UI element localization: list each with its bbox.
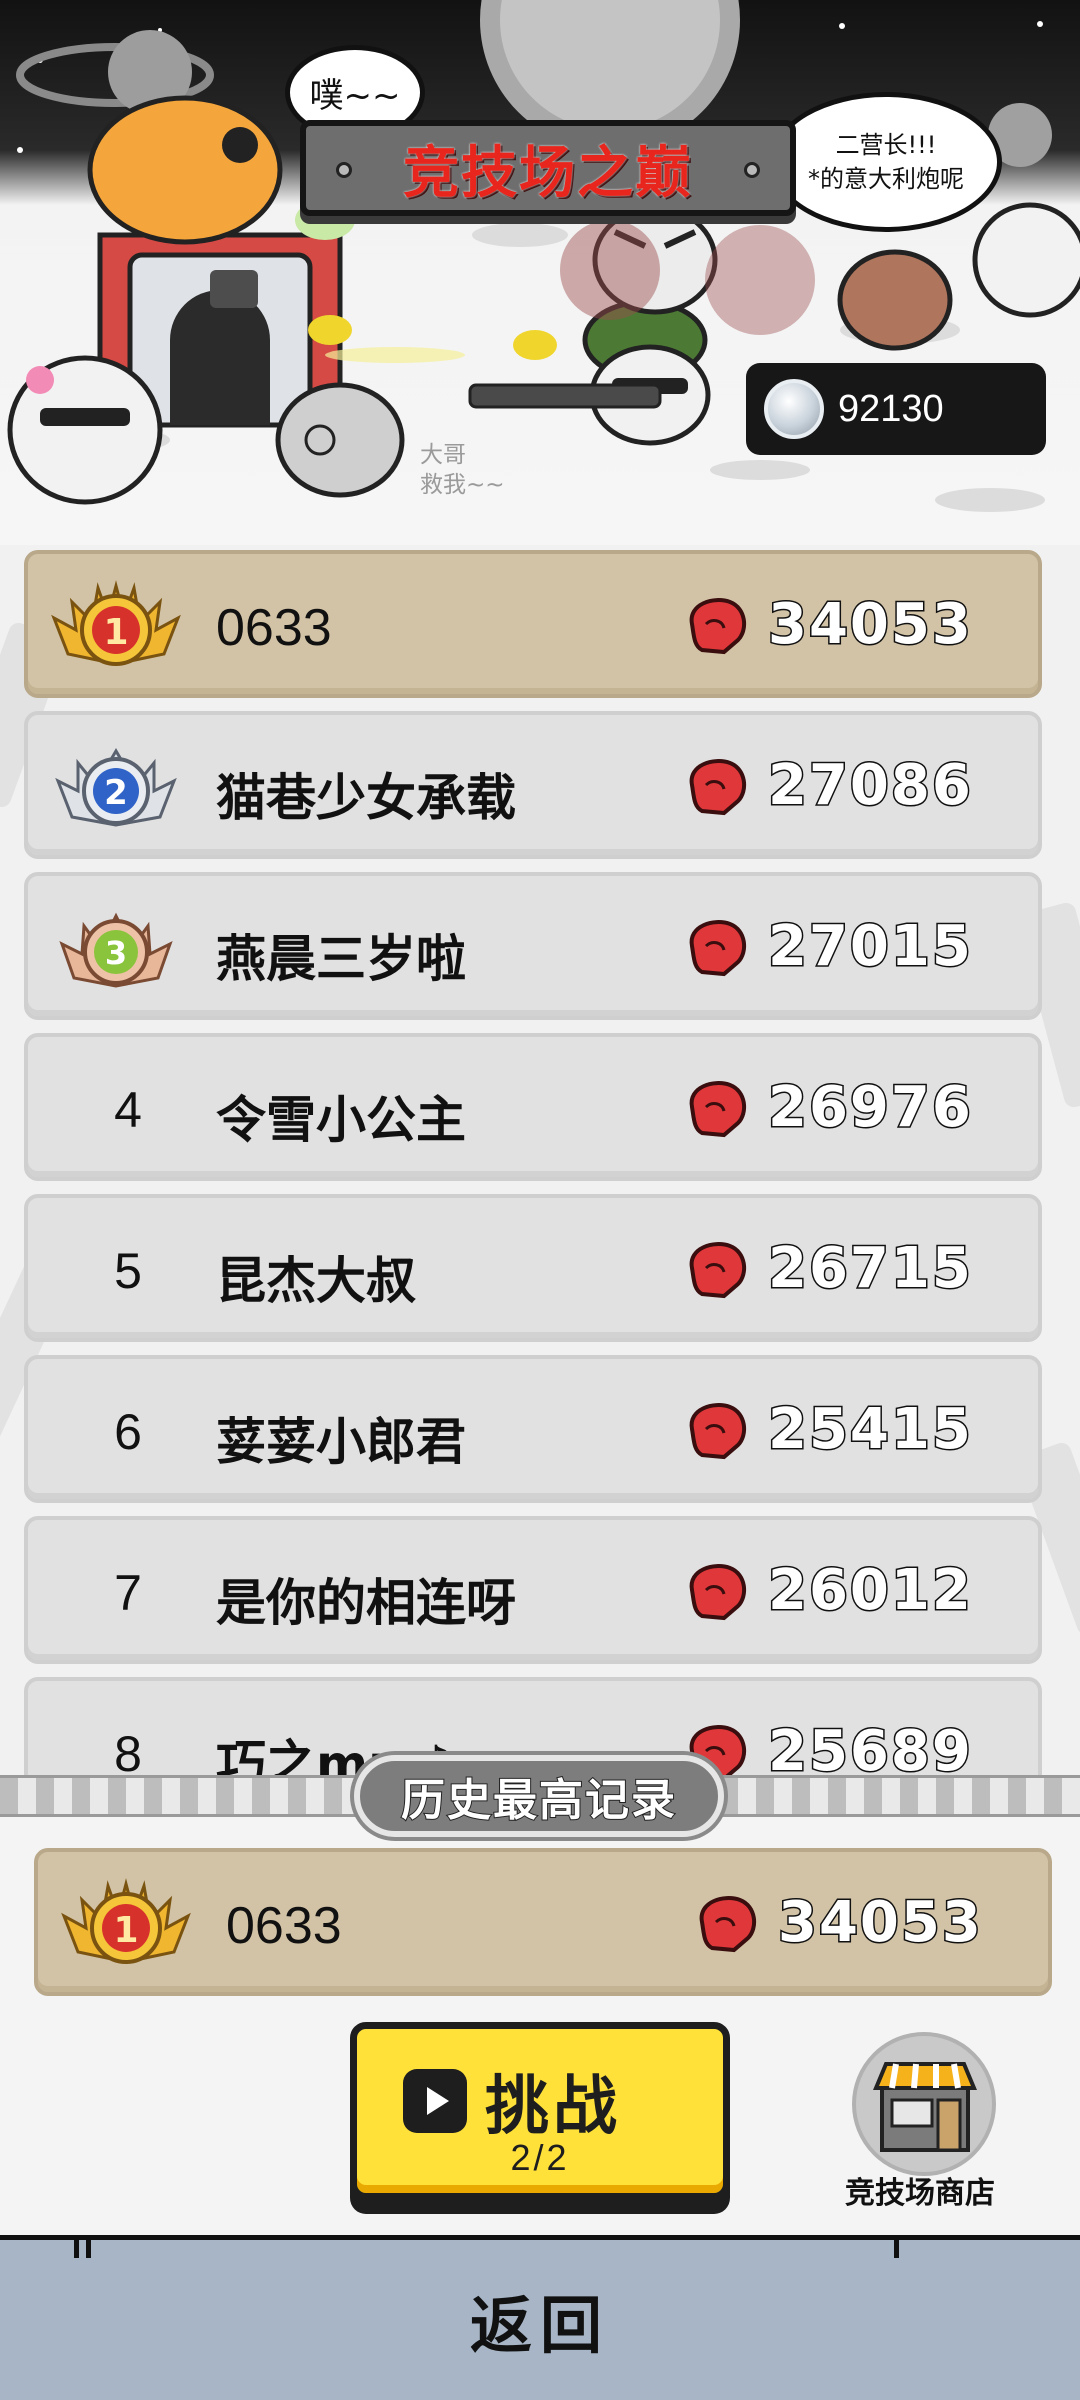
back-button[interactable]: 返回 <box>0 2235 1080 2400</box>
player-name: 荽荽小郎君 <box>216 1413 466 1471</box>
player-name: 昆杰大叔 <box>216 1252 416 1310</box>
leaderboard-row[interactable]: 3 燕晨三岁啦 27015 <box>24 872 1042 1020</box>
speech-bubble-right-line-1: 二营长!!! <box>835 131 937 159</box>
rank-number: 7 <box>114 1565 142 1621</box>
boxing-glove-icon <box>689 1564 747 1621</box>
speech-bubble-left-text: 噗~~ <box>309 76 401 116</box>
player-score: 27015 <box>767 913 973 981</box>
bronze-medal-icon: 3 <box>59 912 173 988</box>
header-illustration <box>7 0 1080 512</box>
leaderboard-row[interactable]: 2 猫巷少女承载 27086 <box>24 711 1042 859</box>
player-score: 27086 <box>767 752 973 820</box>
rank-1-label: 1 <box>103 612 128 653</box>
back-label: 返回 <box>469 2289 610 2362</box>
arena-shop-button[interactable]: 竞技场商店 <box>830 2028 1010 2211</box>
player-score: 26976 <box>767 1074 973 1142</box>
currency-value: 92130 <box>838 387 944 430</box>
boxing-glove-icon <box>689 598 747 655</box>
leaderboard-rows: 1 0633 34053 2 猫巷少女承载 27086 3 燕晨三岁啦 2701… <box>0 545 1080 1775</box>
page-title: 竞技场之巅 <box>403 140 693 206</box>
player-score: 26012 <box>767 1557 973 1625</box>
challenge-label: 挑战 <box>485 2070 621 2144</box>
currency-display: 92130 <box>746 363 1046 455</box>
personal-record-row[interactable]: 1 0633 34053 <box>34 1848 1052 1996</box>
record-rank-label: 1 <box>113 1910 138 1951</box>
rank-3-label: 3 <box>105 934 127 972</box>
boxing-glove-icon <box>689 1242 747 1299</box>
silver-medal-icon: 2 <box>55 748 177 827</box>
leaderboard-row[interactable]: 7 是你的相连呀 26012 <box>24 1516 1042 1664</box>
rank-number: 4 <box>114 1082 142 1138</box>
player-name: 令雪小公主 <box>216 1091 466 1149</box>
title-plate: 竞技场之巅 <box>300 120 796 216</box>
player-score: 26715 <box>767 1235 973 1303</box>
player-name: 猫巷少女承载 <box>216 769 516 827</box>
player-name: 是你的相连呀 <box>216 1574 516 1632</box>
shop-icon <box>873 2062 977 2152</box>
leaderboard-row[interactable]: 6 荽荽小郎君 25415 <box>24 1355 1042 1503</box>
scene-caption-line-2: 救我~~ <box>420 472 505 498</box>
shop-label: 竞技场商店 <box>845 2176 995 2211</box>
player-name: 燕晨三岁啦 <box>216 930 466 988</box>
gold-medal-icon: 1 <box>51 580 181 666</box>
gold-medal-icon: 1 <box>61 1878 191 1964</box>
bar-tick <box>86 2236 91 2258</box>
record-section-label: 历史最高记录 <box>354 1755 724 1837</box>
play-icon <box>403 2069 467 2133</box>
player-score: 34053 <box>767 591 973 659</box>
arena-header-scene: 噗~~ 二营长!!! *的意大利炮呢 竞技场之巅 大哥 救我~~ 92130 <box>0 0 1080 545</box>
rank-number: 5 <box>114 1243 142 1299</box>
record-section-label-text: 历史最高记录 <box>400 1774 677 1827</box>
challenge-button[interactable]: 挑战 2/2 <box>350 2022 730 2200</box>
leaderboard-row[interactable]: 5 昆杰大叔 26715 <box>24 1194 1042 1342</box>
bar-tick <box>74 2236 79 2258</box>
rank-2-label: 2 <box>104 773 128 813</box>
record-player-name: 0633 <box>226 1897 342 1955</box>
boxing-glove-icon <box>689 1403 747 1460</box>
silver-coin-icon <box>764 379 824 439</box>
rank-number: 8 <box>114 1726 142 1775</box>
challenge-count: 2/2 <box>510 2137 570 2178</box>
bolt-icon <box>336 162 352 178</box>
scene-caption: 大哥 救我~~ <box>420 440 505 500</box>
speech-bubble-right: 二营长!!! *的意大利炮呢 <box>770 92 1002 232</box>
record-score: 34053 <box>777 1889 983 1957</box>
speech-bubble-right-line-2: *的意大利炮呢 <box>808 165 964 193</box>
player-score: 25689 <box>767 1718 973 1776</box>
bar-tick <box>894 2236 899 2258</box>
boxing-glove-icon <box>689 920 747 977</box>
boxing-glove-icon <box>689 759 747 816</box>
boxing-glove-icon <box>699 1896 757 1953</box>
rank-number: 6 <box>114 1404 142 1460</box>
boxing-glove-icon <box>689 1081 747 1138</box>
player-score: 25415 <box>767 1396 973 1464</box>
bolt-icon <box>744 162 760 178</box>
player-name: 0633 <box>216 599 332 657</box>
leaderboard-row[interactable]: 4 令雪小公主 26976 <box>24 1033 1042 1181</box>
scene-caption-line-1: 大哥 <box>420 442 466 468</box>
leaderboard-row[interactable]: 1 0633 34053 <box>24 550 1042 698</box>
